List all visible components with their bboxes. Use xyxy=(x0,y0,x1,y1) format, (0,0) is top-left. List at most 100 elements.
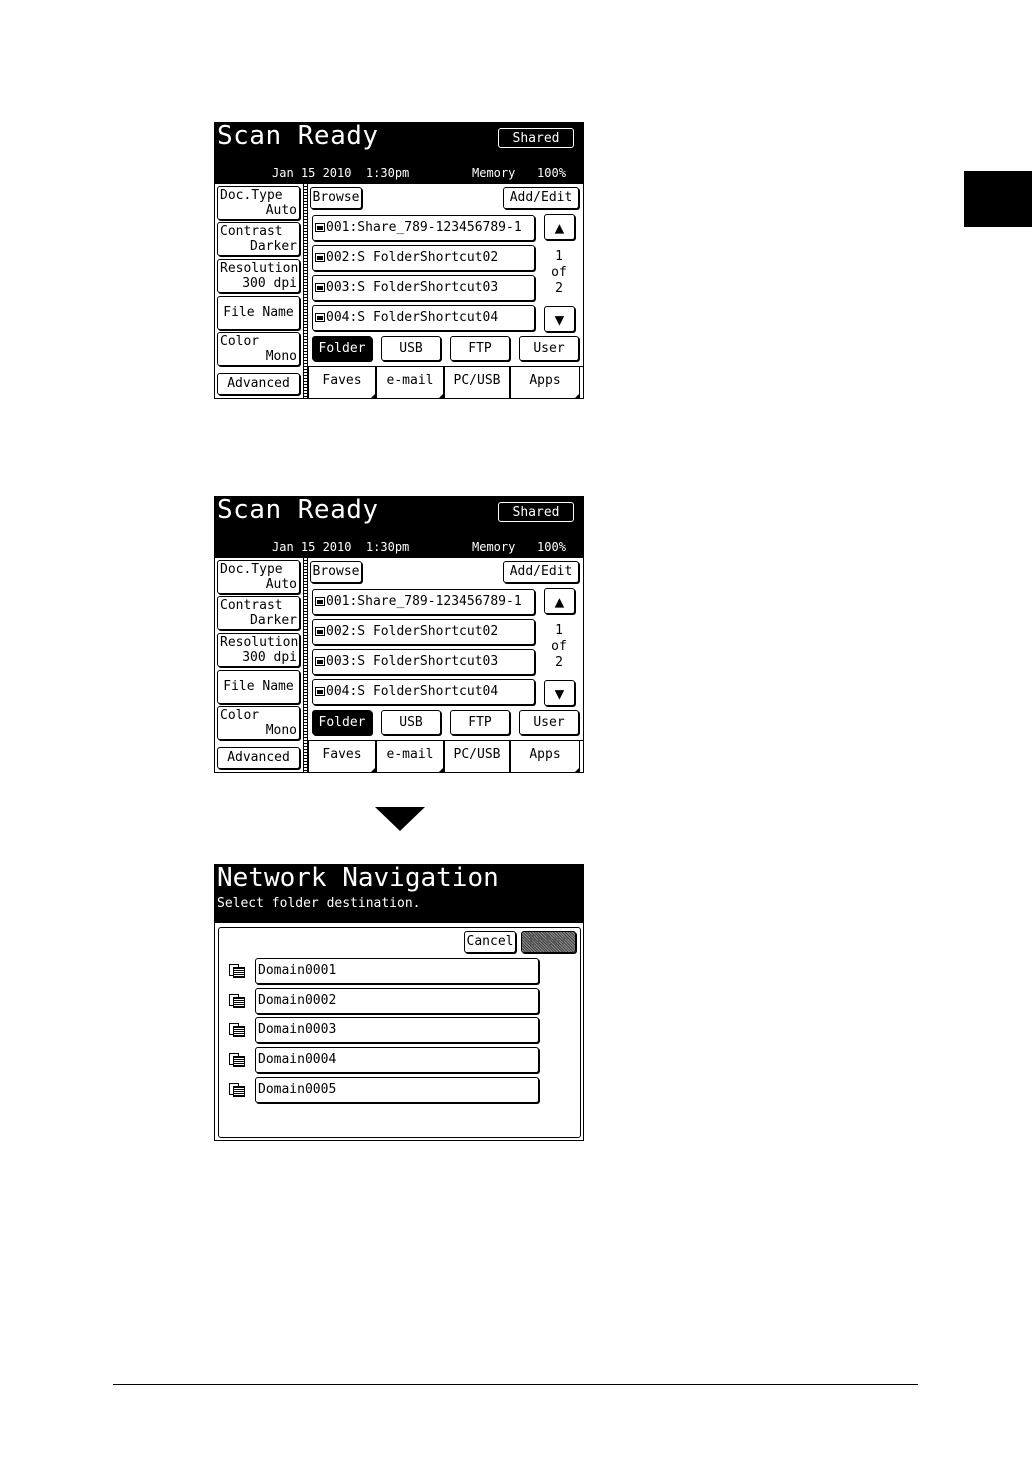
scan-ready-screen-2: Scan Ready Shared Jan 15 2010 1:30pm Mem… xyxy=(214,496,584,773)
folder-shortcut-icon xyxy=(315,313,325,322)
page-total: 2 xyxy=(555,281,563,296)
tab-apps[interactable]: Apps xyxy=(510,741,580,772)
shortcut-label: 003:S FolderShortcut03 xyxy=(326,654,499,669)
footer-divider xyxy=(113,1384,918,1385)
title-bar: Network Navigation Select folder destina… xyxy=(215,865,583,923)
tab-label: PC/USB xyxy=(453,747,501,762)
domain-item[interactable]: Domain0004 xyxy=(255,1047,539,1073)
next-step-arrow-icon xyxy=(375,807,425,831)
destination-ftp[interactable]: FTP xyxy=(450,336,510,361)
tab-email[interactable]: e-mail xyxy=(376,741,444,772)
domain-item[interactable]: Domain0002 xyxy=(255,988,539,1014)
resolution-setting[interactable]: Resolution 300 dpi xyxy=(217,259,300,293)
doc-type-setting[interactable]: Doc.Type Auto xyxy=(217,560,300,594)
page-of: of xyxy=(551,265,567,280)
memory-status: Memory 100% xyxy=(472,540,566,554)
title-bar: Scan Ready Shared Jan 15 2010 1:30pm Mem… xyxy=(215,123,583,184)
destination-usb[interactable]: USB xyxy=(381,336,441,361)
tab-label: Apps xyxy=(529,373,561,388)
setting-value: 300 dpi xyxy=(242,276,297,291)
scroll-up-button[interactable]: ▲ xyxy=(544,588,575,614)
page-current: 1 xyxy=(555,623,563,638)
setting-label: File Name xyxy=(223,679,294,694)
setting-label: Contrast xyxy=(220,598,283,613)
doc-type-setting[interactable]: Doc.Type Auto xyxy=(217,186,300,220)
destination-folder[interactable]: Folder xyxy=(312,336,372,361)
shortcut-item[interactable]: 001:Share_789-123456789-1 xyxy=(312,215,535,241)
tab-pc-usb[interactable]: PC/USB xyxy=(444,741,510,772)
network-domain-icon xyxy=(229,1053,245,1067)
screen-title: Scan Ready xyxy=(217,122,379,151)
shortcut-item[interactable]: 004:S FolderShortcut04 xyxy=(312,679,535,705)
scroll-down-button[interactable]: ▼ xyxy=(544,306,575,332)
shortcut-label: 001:Share_789-123456789-1 xyxy=(326,594,522,609)
tab-label: PC/USB xyxy=(453,373,501,388)
contrast-setting[interactable]: Contrast Darker xyxy=(217,596,300,630)
shortcut-label: 002:S FolderShortcut02 xyxy=(326,250,499,265)
shortcut-item[interactable]: 001:Share_789-123456789-1 xyxy=(312,589,535,615)
destination-user[interactable]: User xyxy=(519,710,579,735)
network-domain-icon xyxy=(229,994,245,1008)
tab-label: Apps xyxy=(529,747,561,762)
contrast-setting[interactable]: Contrast Darker xyxy=(217,222,300,256)
screen-subtitle: Select folder destination. xyxy=(217,896,421,911)
file-name-setting[interactable]: File Name xyxy=(217,670,300,704)
screen-title: Scan Ready xyxy=(217,496,379,525)
destination-folder[interactable]: Folder xyxy=(312,710,372,735)
tab-faves[interactable]: Faves xyxy=(308,741,376,772)
color-setting[interactable]: Color Mono xyxy=(217,706,300,740)
shortcut-item[interactable]: 003:S FolderShortcut03 xyxy=(312,275,535,301)
advanced-button[interactable]: Advanced xyxy=(217,747,300,769)
file-name-setting[interactable]: File Name xyxy=(217,296,300,330)
tab-email[interactable]: e-mail xyxy=(376,367,444,398)
page-of: of xyxy=(551,639,567,654)
domain-item[interactable]: Domain0001 xyxy=(255,958,539,984)
tab-label: Faves xyxy=(322,373,362,388)
setting-label: Color xyxy=(220,334,260,349)
scroll-up-button[interactable]: ▲ xyxy=(544,214,575,240)
cancel-button[interactable]: Cancel xyxy=(464,931,516,953)
resolution-setting[interactable]: Resolution 300 dpi xyxy=(217,633,300,667)
destination-usb[interactable]: USB xyxy=(381,710,441,735)
shared-button[interactable]: Shared xyxy=(498,502,574,522)
domain-item[interactable]: Domain0003 xyxy=(255,1017,539,1043)
scroll-down-button[interactable]: ▼ xyxy=(544,680,575,706)
folder-shortcut-icon xyxy=(315,657,325,666)
setting-label: Contrast xyxy=(220,224,283,239)
shortcut-item[interactable]: 003:S FolderShortcut03 xyxy=(312,649,535,675)
title-bar: Scan Ready Shared Jan 15 2010 1:30pm Mem… xyxy=(215,497,583,558)
setting-label: Doc.Type xyxy=(220,562,283,577)
browse-button[interactable]: Browse xyxy=(310,187,362,209)
destination-ftp[interactable]: FTP xyxy=(450,710,510,735)
shortcut-label: 004:S FolderShortcut04 xyxy=(326,310,499,325)
shortcut-label: 001:Share_789-123456789-1 xyxy=(326,220,522,235)
setting-label: Resolution xyxy=(220,261,299,276)
tab-apps[interactable]: Apps xyxy=(510,367,580,398)
destination-user[interactable]: User xyxy=(519,336,579,361)
screen-title: Network Navigation xyxy=(217,864,499,893)
browse-button[interactable]: Browse xyxy=(310,561,362,583)
setting-value: Mono xyxy=(265,349,297,364)
folder-shortcut-icon xyxy=(315,283,325,292)
setting-value: 300 dpi xyxy=(242,650,297,665)
setting-value: Auto xyxy=(265,577,297,592)
shared-button[interactable]: Shared xyxy=(498,128,574,148)
shortcut-item[interactable]: 002:S FolderShortcut02 xyxy=(312,245,535,271)
add-edit-button[interactable]: Add/Edit xyxy=(503,187,579,209)
setting-label: Doc.Type xyxy=(220,188,283,203)
enter-button[interactable]: Enter xyxy=(521,931,576,953)
shortcut-item[interactable]: 004:S FolderShortcut04 xyxy=(312,305,535,331)
folder-shortcut-icon xyxy=(315,597,325,606)
advanced-button[interactable]: Advanced xyxy=(217,373,300,395)
memory-status: Memory 100% xyxy=(472,166,566,180)
domain-item[interactable]: Domain0005 xyxy=(255,1077,539,1103)
shortcut-item[interactable]: 002:S FolderShortcut02 xyxy=(312,619,535,645)
folder-shortcut-icon xyxy=(315,223,325,232)
add-edit-button[interactable]: Add/Edit xyxy=(503,561,579,583)
datetime: Jan 15 2010 1:30pm xyxy=(272,540,410,554)
setting-value: Darker xyxy=(250,239,297,254)
tab-pc-usb[interactable]: PC/USB xyxy=(444,367,510,398)
datetime: Jan 15 2010 1:30pm xyxy=(272,166,410,180)
tab-faves[interactable]: Faves xyxy=(308,367,376,398)
color-setting[interactable]: Color Mono xyxy=(217,332,300,366)
